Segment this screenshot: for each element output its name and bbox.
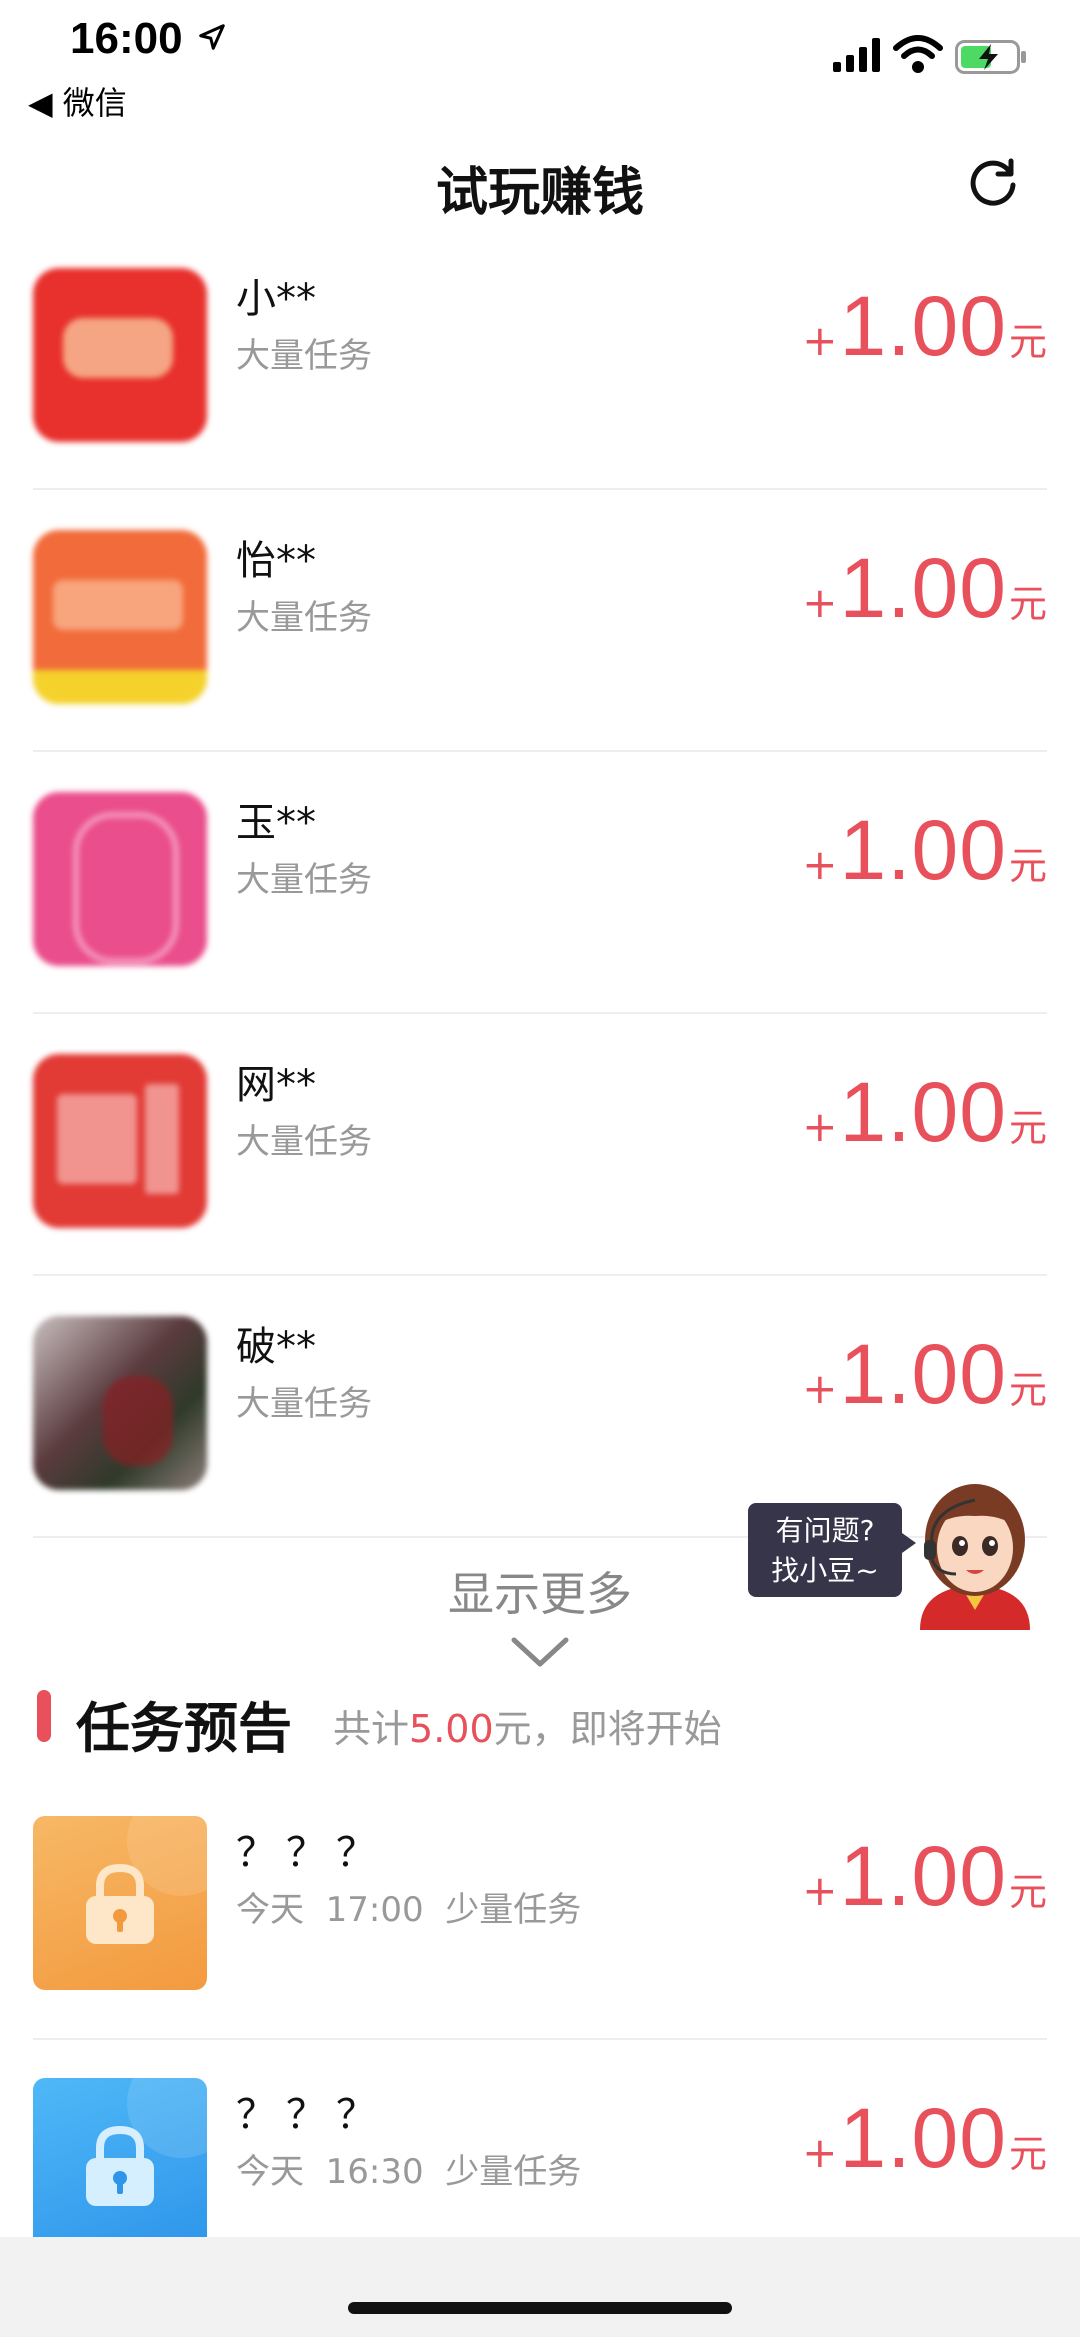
app-icon bbox=[33, 530, 207, 704]
task-volume: 大量任务 bbox=[236, 1122, 372, 1162]
chevron-down-icon[interactable] bbox=[510, 1635, 570, 1669]
reward-amount: +1.00元 bbox=[802, 541, 1047, 635]
task-row[interactable]: 玉** 大量任务 +1.00元 bbox=[0, 752, 1080, 1014]
home-indicator[interactable] bbox=[348, 2302, 732, 2314]
page-title: 试玩赚钱 bbox=[435, 163, 644, 223]
app-name: 网** bbox=[236, 1062, 316, 1108]
wifi-icon bbox=[893, 35, 943, 73]
preview-schedule: 今天 17:00 少量任务 bbox=[236, 1890, 582, 1930]
preview-schedule: 今天 16:30 少量任务 bbox=[236, 2152, 582, 2192]
app-icon bbox=[33, 1316, 207, 1490]
app-name: 小** bbox=[236, 276, 316, 322]
help-bubble-line1: 有问题? bbox=[775, 1514, 875, 1547]
app-name: 怡** bbox=[236, 538, 316, 584]
section-title: 任务预告 bbox=[76, 1697, 292, 1760]
app-icon bbox=[33, 268, 207, 442]
reward-amount: +1.00元 bbox=[802, 803, 1047, 897]
reward-amount: +1.00元 bbox=[802, 2091, 1047, 2185]
section-accent-bar bbox=[37, 1690, 51, 1742]
cellular-signal-icon bbox=[833, 38, 880, 72]
back-to-wechat-link[interactable]: ◀ 微信 bbox=[28, 78, 127, 124]
help-bubble-line2: 找小豆~ bbox=[771, 1554, 879, 1587]
status-time: 16:00 bbox=[70, 14, 183, 63]
preview-row[interactable]: ？？？ 今天 17:00 少量任务 +1.00元 bbox=[0, 1778, 1080, 2040]
reward-amount: +1.00元 bbox=[802, 1829, 1047, 1923]
task-row[interactable]: 网** 大量任务 +1.00元 bbox=[0, 1014, 1080, 1276]
reward-amount: +1.00元 bbox=[802, 1065, 1047, 1159]
app-icon bbox=[33, 792, 207, 966]
reward-amount: +1.00元 bbox=[802, 1327, 1047, 1421]
customer-service-avatar-icon[interactable] bbox=[910, 1470, 1040, 1630]
task-row[interactable]: 小** 大量任务 +1.00元 bbox=[0, 228, 1080, 490]
location-arrow-icon bbox=[199, 24, 225, 50]
lock-icon bbox=[86, 1863, 154, 1944]
preview-app-name: ？？？ bbox=[236, 1830, 386, 1876]
task-volume: 大量任务 bbox=[236, 1384, 372, 1424]
section-summary: 共计5.00元，即将开始 bbox=[333, 1707, 722, 1751]
battery-charging-icon bbox=[955, 40, 1026, 74]
locked-app-tile bbox=[33, 2078, 207, 2252]
task-row[interactable]: 怡** 大量任务 +1.00元 bbox=[0, 490, 1080, 752]
app-name: 玉** bbox=[236, 800, 316, 846]
task-volume: 大量任务 bbox=[236, 598, 372, 638]
app-icon bbox=[33, 1054, 207, 1228]
locked-app-tile bbox=[33, 1816, 207, 1990]
status-bar: 16:00 ◀ 微信 bbox=[0, 0, 1080, 130]
help-bubble[interactable]: 有问题? 找小豆~ bbox=[748, 1503, 916, 1597]
home-bar-area bbox=[0, 2237, 1080, 2337]
reward-amount: +1.00元 bbox=[802, 279, 1047, 373]
lock-icon bbox=[86, 2125, 154, 2206]
refresh-icon[interactable] bbox=[965, 155, 1021, 211]
task-volume: 大量任务 bbox=[236, 860, 372, 900]
preview-app-name: ？？？ bbox=[236, 2092, 386, 2138]
app-name: 破** bbox=[236, 1324, 316, 1370]
task-volume: 大量任务 bbox=[236, 336, 372, 376]
